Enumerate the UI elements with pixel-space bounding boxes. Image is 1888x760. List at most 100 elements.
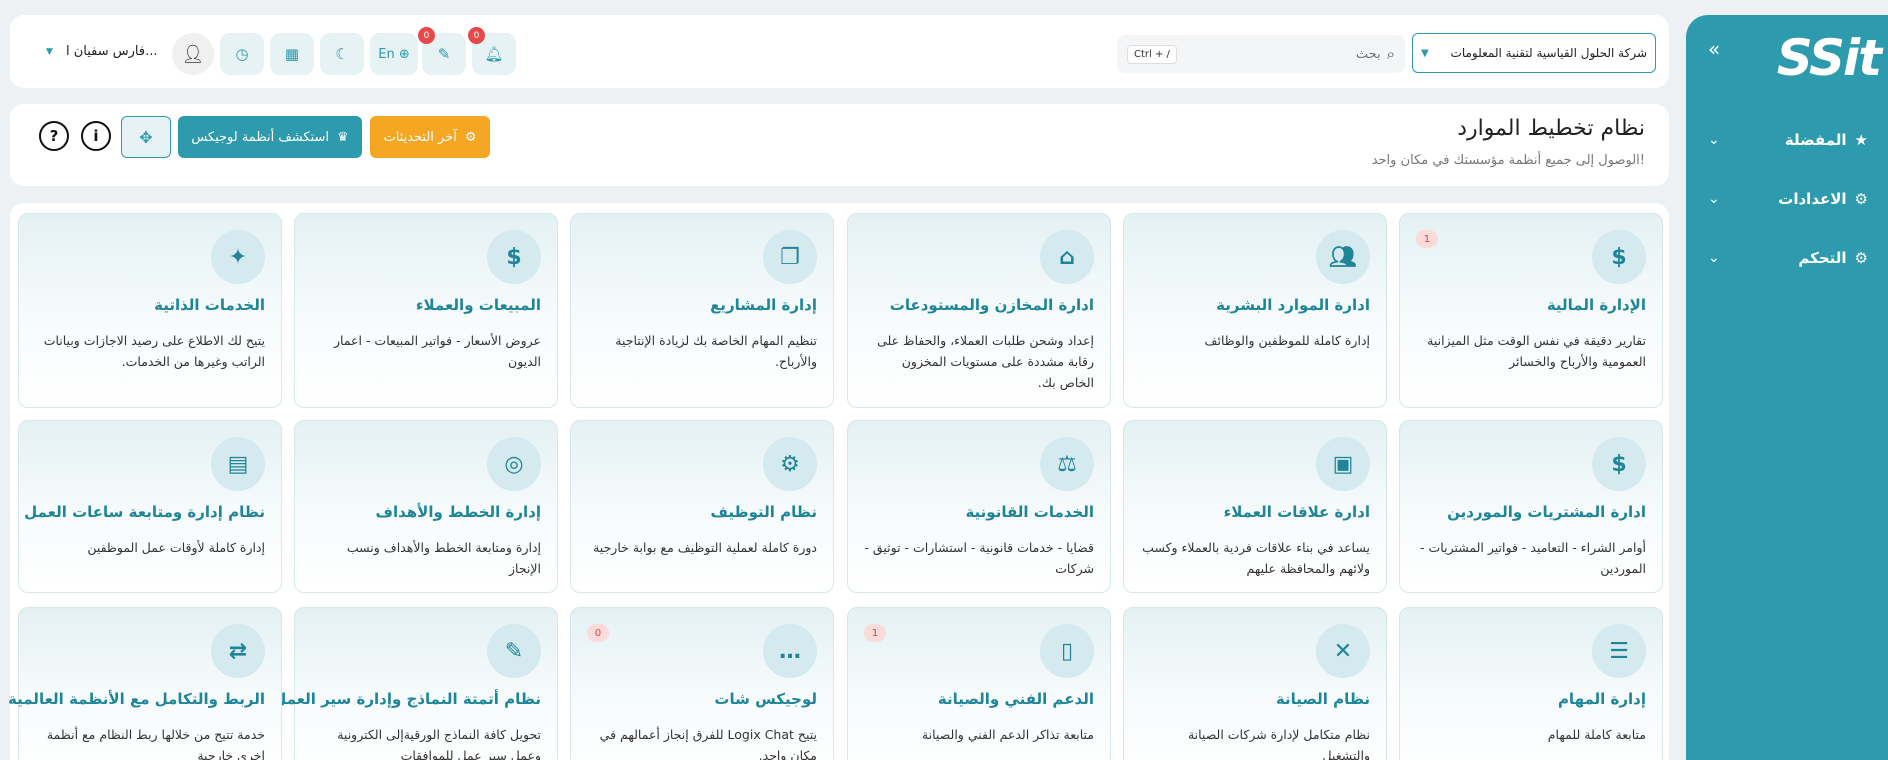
double-chevron-icon[interactable]: « xyxy=(1708,37,1720,61)
integration-icon: ⇄ xyxy=(228,638,248,664)
notifications-button[interactable]: 0 🔔︎ xyxy=(468,27,516,75)
logo[interactable]: SSit xyxy=(1777,29,1882,87)
card-title: نظام التوظيف xyxy=(710,503,817,521)
card-description: دورة كاملة لعملية التوظيف مع بوابة خارجي… xyxy=(593,540,817,555)
card-description: نظام متكامل لإدارة شركات الصيانة والتشغي… xyxy=(1187,727,1370,760)
form-edit-icon: ✎ xyxy=(504,638,524,664)
move-button[interactable]: ✥ xyxy=(121,116,171,158)
card-title: نظام إدارة ومتابعة ساعات العمل xyxy=(24,503,265,521)
card-icon-circle: ❐ xyxy=(763,230,817,284)
card-title: إدارة الخطط والأهداف xyxy=(375,503,541,521)
system-card[interactable]: ▣ ادارة علاقات العملاء يساعد في بناء علاقا… xyxy=(1123,420,1387,593)
star-icon: ★ xyxy=(1854,131,1868,149)
clock-icon: ◷ xyxy=(235,45,249,63)
system-card[interactable]: … 0 لوجيكس شات يتيح Logix Chat للفرق إنجاز … xyxy=(570,607,834,760)
card-icon-circle: ⌂ xyxy=(1040,230,1094,284)
tasks-badge: 0 xyxy=(418,27,435,44)
tasks-button[interactable]: 0 ✎ xyxy=(418,27,466,75)
explore-systems-button[interactable]: استكشف أنظمة لوجيكس ♛ xyxy=(178,116,362,158)
company-select[interactable]: ▼ شركة الحلول القياسية لتقنية المعلومات xyxy=(1412,33,1656,73)
users-icon: 👥︎ xyxy=(1329,244,1357,270)
search-icon: ⌕ xyxy=(1386,45,1395,63)
card-description: إعداد وشحن طلبات العملاء، والحفاظ على رق… xyxy=(877,333,1094,390)
card-icon-circle: ⚙ xyxy=(763,437,817,491)
system-card[interactable]: ☰ إدارة المهام متابعة كاملة للمهام xyxy=(1399,607,1663,760)
briefcase-icon: ▤ xyxy=(227,451,249,477)
user-gear-icon: ⚙ xyxy=(780,451,800,477)
sidebar: SSit « ⌄ المفضلة ★ ⌄ الاعدادات ⚙ ⌄ التحكم ⚙ xyxy=(1686,15,1888,760)
sidebar-item-settings[interactable]: ⌄ الاعدادات ⚙ xyxy=(1686,179,1888,219)
person-sparkle-icon: ✦ xyxy=(228,244,248,270)
card-title: نظام الصيانة xyxy=(1275,690,1370,708)
card-title: ادارة المخازن والمستودعات xyxy=(889,296,1094,314)
card-badge: 1 xyxy=(1416,230,1438,248)
crm-board-icon: ▣ xyxy=(1332,451,1354,477)
system-card[interactable]: $ ادارة المشتريات والموردين أوامر الشراء -… xyxy=(1399,420,1663,593)
card-description: إدارة كاملة لأوقات عمل الموظفين xyxy=(87,540,265,555)
tools-icon: ✕ xyxy=(1333,638,1353,664)
page-subtitle: الوصول إلى جميع أنظمة مؤسستك في مكان واح… xyxy=(1371,153,1645,168)
card-icon-circle: 👥︎ xyxy=(1316,230,1370,284)
search-box[interactable]: Ctrl + / ⌕ xyxy=(1117,35,1405,73)
card-description: متابعة تذاكر الدعم الفني والصيانة xyxy=(921,727,1094,742)
system-card[interactable]: ▯ 1 الدعم الفني والصيانة متابعة تذاكر الدعم… xyxy=(847,607,1111,760)
system-card[interactable]: ❐ إدارة المشاريع تنظيم المهام الخاصة بك لز… xyxy=(570,213,834,408)
sidebar-item-control[interactable]: ⌄ التحكم ⚙ xyxy=(1686,238,1888,278)
card-title: إدارة المشاريع xyxy=(710,296,817,314)
card-title: الخدمات القانونية xyxy=(965,503,1094,521)
money-box-icon: $ xyxy=(1611,451,1627,477)
card-description: قضايا - خدمات قانونية - استشارات - توثيق… xyxy=(864,540,1094,576)
system-card[interactable]: ⚖ الخدمات القانونية قضايا - خدمات قانونية … xyxy=(847,420,1111,593)
project-file-icon: ❐ xyxy=(780,244,800,270)
card-icon-circle: ◎ xyxy=(487,437,541,491)
card-icon-circle: ✦ xyxy=(211,230,265,284)
card-description: يتيح Logix Chat للفرق إنجاز أعمالهم في م… xyxy=(599,727,817,760)
company-name: شركة الحلول القياسية لتقنية المعلومات xyxy=(1450,46,1647,60)
system-card[interactable]: ✕ نظام الصيانة نظام متكامل لإدارة شركات ال… xyxy=(1123,607,1387,760)
avatar[interactable]: 👤︎ xyxy=(172,33,214,75)
help-button[interactable]: ? xyxy=(39,121,69,151)
card-title: الخدمات الذاتية xyxy=(154,296,265,314)
apps-button[interactable]: ▦ xyxy=(270,33,314,75)
caret-down-icon: ▼ xyxy=(1421,47,1429,59)
card-icon-circle: ☰ xyxy=(1592,624,1646,678)
card-description: تقارير دقيقة في نفس الوقت مثل الميزانية … xyxy=(1427,333,1646,369)
system-card[interactable]: ⇄ الربط والتكامل مع الأنظمة العالمية خدمة … xyxy=(8,607,282,760)
card-description: إدارة ومتابعة الخطط والأهداف ونسب الإنجا… xyxy=(346,540,541,576)
card-title: الدعم الفني والصيانة xyxy=(937,690,1094,708)
user-name[interactable]: فارس سفيان ا... xyxy=(66,44,158,59)
card-badge: 1 xyxy=(864,624,886,642)
notifications-badge: 0 xyxy=(468,27,485,44)
system-card[interactable]: $ المبيعات والعملاء عروض الأسعار - فواتير … xyxy=(294,213,558,408)
user-icon: 👤︎ xyxy=(181,43,205,65)
language-label: En xyxy=(378,46,395,62)
system-card[interactable]: $1 الإدارة المالية تقارير دقيقة في نفس الو… xyxy=(1399,213,1663,408)
card-title: الربط والتكامل مع الأنظمة العالمية xyxy=(8,690,265,708)
sidebar-item-label: التحكم xyxy=(1798,249,1847,267)
latest-updates-button[interactable]: آخر التحديثات ⚙ xyxy=(370,116,490,158)
card-icon-circle: ✕ xyxy=(1316,624,1370,678)
language-button[interactable]: En ⊕ xyxy=(370,33,418,75)
card-title: الإدارة المالية xyxy=(1546,296,1646,314)
search-input[interactable] xyxy=(1184,46,1381,62)
system-card[interactable]: ◎ إدارة الخطط والأهداف إدارة ومتابعة الخطط… xyxy=(294,420,558,593)
card-description: خدمة تتيح من خلالها ربط النظام مع أنظمة … xyxy=(46,727,265,760)
help-icon: ? xyxy=(49,127,59,145)
clock-button[interactable]: ◷ xyxy=(220,33,264,75)
info-button[interactable]: i xyxy=(81,121,111,151)
top-bar: ▼ شركة الحلول القياسية لتقنية المعلومات … xyxy=(10,15,1669,88)
caret-down-icon[interactable]: ▼ xyxy=(46,47,53,57)
theme-toggle[interactable]: ☾ xyxy=(320,33,364,75)
card-title: المبيعات والعملاء xyxy=(415,296,541,314)
card-icon-circle: … xyxy=(763,624,817,678)
system-card[interactable]: ✎ نظام أتمتة النماذج وإدارة سير العمل تحوي… xyxy=(273,607,558,760)
system-card[interactable]: ▤ نظام إدارة ومتابعة ساعات العمل إدارة كام… xyxy=(18,420,282,593)
system-card[interactable]: ⚙ نظام التوظيف دورة كاملة لعملية التوظيف م… xyxy=(570,420,834,593)
target-icon: ◎ xyxy=(504,451,524,477)
sidebar-item-favorites[interactable]: ⌄ المفضلة ★ xyxy=(1686,120,1888,160)
system-card[interactable]: 👥︎ ادارة الموارد البشرية إدارة كاملة للموظ… xyxy=(1123,213,1387,408)
card-icon-circle: ▯ xyxy=(1040,624,1094,678)
system-card[interactable]: ✦ الخدمات الذاتية يتيح لك الاطلاع على رصيد… xyxy=(18,213,282,408)
system-card[interactable]: ⌂ ادارة المخازن والمستودعات إعداد وشحن طلب… xyxy=(847,213,1111,408)
task-list-icon: ☰ xyxy=(1609,638,1629,664)
